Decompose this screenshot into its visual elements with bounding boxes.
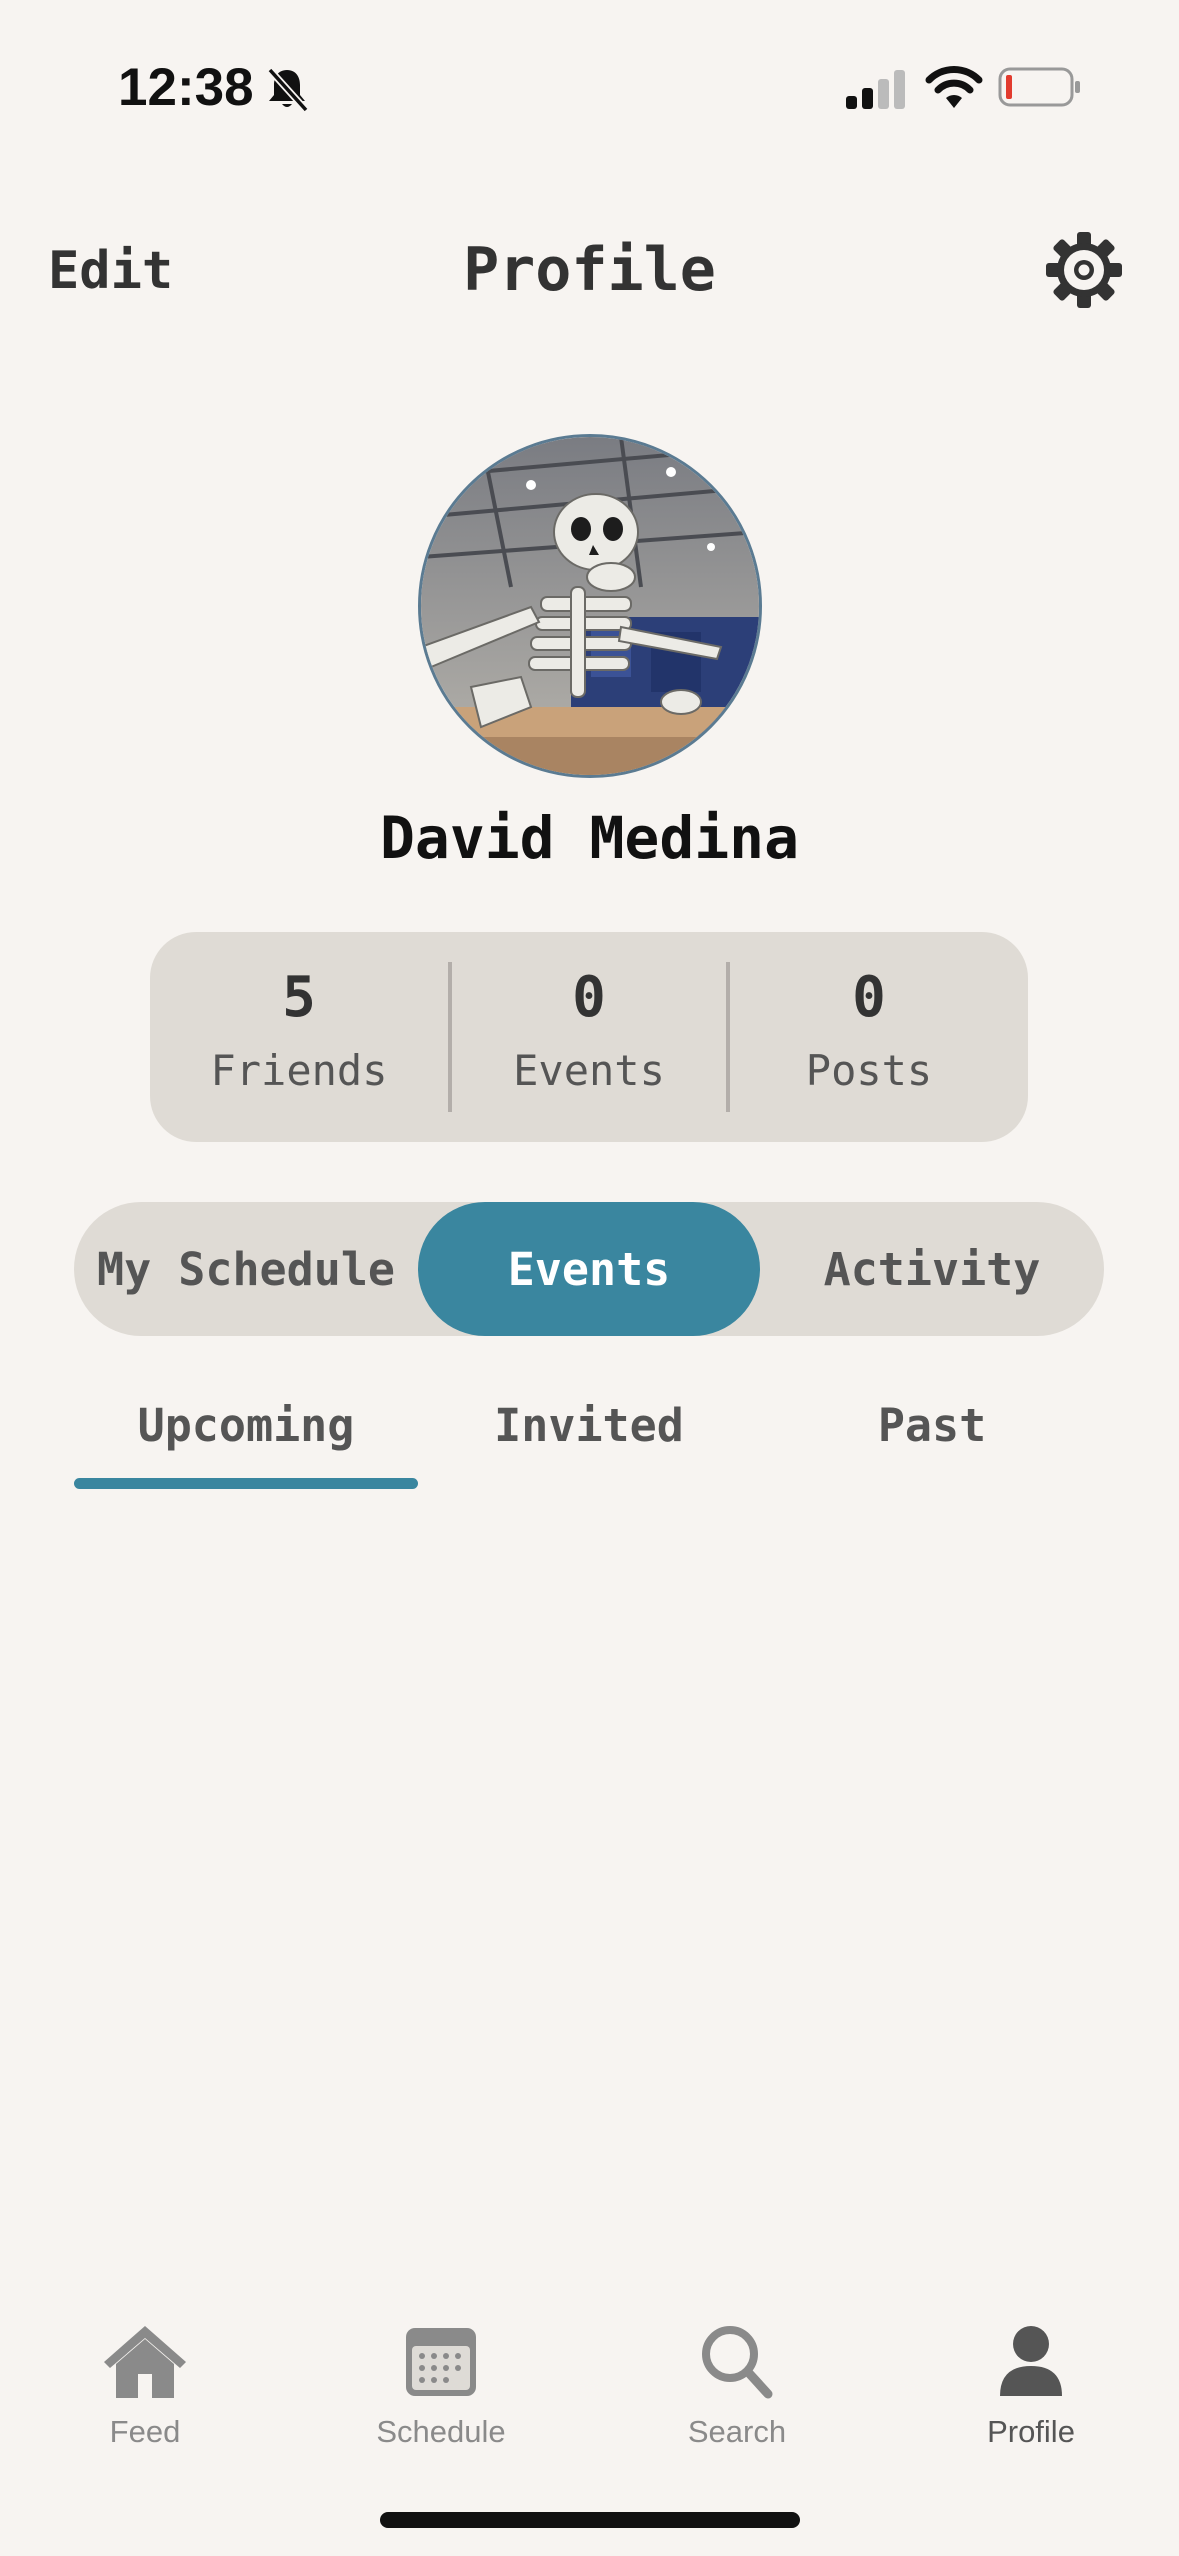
home-icon (104, 2326, 186, 2398)
battery-low-icon (998, 67, 1080, 107)
tab-feed[interactable]: Feed (40, 2322, 250, 2462)
stats-panel: 5 Friends 0 Events 0 Posts (150, 932, 1028, 1142)
person-icon (1000, 2326, 1062, 2396)
segment-activity[interactable]: Activity (760, 1202, 1104, 1336)
stat-events[interactable]: 0 Events (452, 932, 726, 1142)
tab-label: Feed (109, 2414, 181, 2449)
stat-posts[interactable]: 0 Posts (730, 932, 1008, 1142)
stat-friends[interactable]: 5 Friends (150, 932, 448, 1142)
subtab-underline (74, 1478, 418, 1489)
home-indicator[interactable] (380, 2512, 800, 2528)
avatar[interactable] (418, 434, 762, 778)
tab-label: Profile (987, 2414, 1075, 2449)
tab-label: Schedule (376, 2414, 506, 2449)
stat-value: 0 (852, 965, 886, 1030)
wifi-icon (925, 66, 983, 108)
tab-label: Search (687, 2414, 787, 2449)
page-title: Profile (463, 235, 716, 305)
edit-button[interactable]: Edit (48, 236, 173, 306)
tab-schedule[interactable]: Schedule (336, 2322, 546, 2462)
subtab-past[interactable]: Past (760, 1390, 1104, 1460)
segment-my-schedule[interactable]: My Schedule (74, 1202, 418, 1336)
tab-profile[interactable]: Profile (926, 2322, 1136, 2462)
skeleton-photo (421, 437, 759, 775)
subtab-invited[interactable]: Invited (418, 1390, 760, 1460)
status-time: 12:38 (118, 57, 254, 117)
stat-value: 5 (282, 965, 316, 1030)
user-name: David Medina (379, 804, 800, 872)
gear-icon[interactable] (1044, 230, 1124, 310)
segment-events[interactable]: Events (418, 1202, 760, 1336)
segmented-control: My Schedule Events Activity (74, 1202, 1104, 1336)
stat-label: Posts (805, 1046, 933, 1095)
subtab-upcoming[interactable]: Upcoming (74, 1390, 418, 1460)
cellular-signal-icon (846, 70, 905, 109)
calendar-icon (406, 2328, 476, 2396)
bell-slash-icon (267, 67, 309, 113)
tab-search[interactable]: Search (632, 2322, 842, 2462)
stat-label: Friends (210, 1046, 388, 1095)
search-icon (702, 2326, 773, 2399)
stat-value: 0 (572, 965, 606, 1030)
stat-label: Events (513, 1046, 665, 1095)
